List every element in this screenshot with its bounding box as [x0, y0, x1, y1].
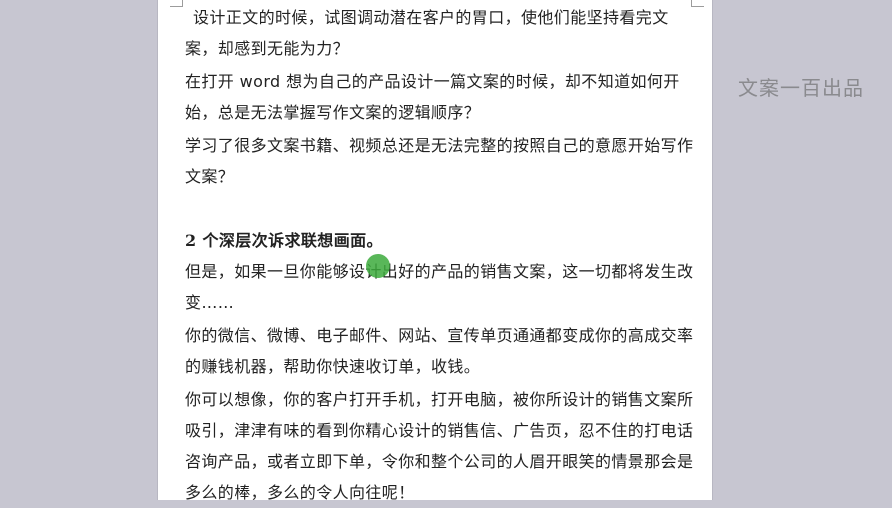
section-heading: 2 个深层次诉求联想画面。	[185, 231, 383, 250]
paragraph: 设计正文的时候，试图调动潜在客户的胃口，使他们能坚持看完文案，却感到无能为力？	[185, 8, 669, 58]
document-page: 设计正文的时候，试图调动潜在客户的胃口，使他们能坚持看完文案，却感到无能为力？ …	[157, 0, 713, 502]
watermark: 文案一百出品	[738, 76, 864, 100]
document-body[interactable]: 设计正文的时候，试图调动潜在客户的胃口，使他们能坚持看完文案，却感到无能为力？ …	[185, 2, 695, 508]
cursor-highlight-icon	[366, 254, 390, 278]
paragraph: 在打开 word 想为自己的产品设计一篇文案的时候，却不知道如何开始，总是无法掌…	[185, 72, 680, 122]
paragraph: 但是，如果一旦你能够设计出好的产品的销售文案，这一切都将发生改变……	[185, 262, 694, 312]
paragraph: 你可以想像，你的客户打开手机，打开电脑，被你所设计的销售文案所吸引，津津有味的看…	[185, 390, 694, 502]
page-corner-mark	[170, 0, 183, 7]
paragraph: 你的微信、微博、电子邮件、网站、宣传单页通通都变成你的高成交率的赚钱机器，帮助你…	[185, 326, 694, 376]
paragraph: 学习了很多文案书籍、视频总还是无法完整的按照自己的意愿开始写作文案？	[185, 136, 694, 186]
empty-line	[185, 192, 695, 225]
